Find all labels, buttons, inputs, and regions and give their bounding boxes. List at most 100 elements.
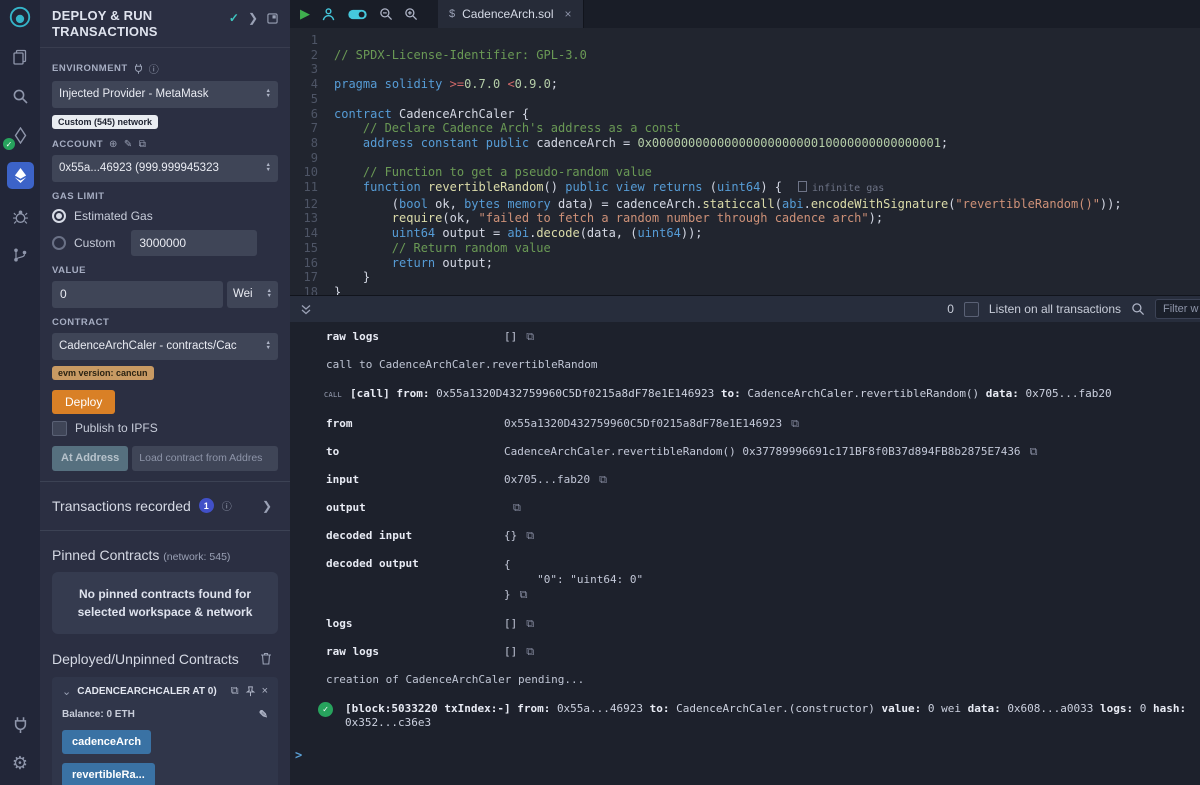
- terminal[interactable]: raw logs[]⧉call to CadenceArchCaler.reve…: [290, 322, 1200, 785]
- transactions-expand-chevron-icon[interactable]: ❯: [262, 499, 278, 513]
- zoom-out-icon[interactable]: [379, 7, 393, 21]
- deployed-contract-name: CADENCEARCHCALER AT 0): [77, 686, 224, 697]
- at-address-input[interactable]: [132, 446, 278, 471]
- code-lines: 12// SPDX-License-Identifier: GPL-3.034p…: [290, 33, 1200, 295]
- divider: [40, 530, 290, 531]
- code-line: 12 (bool ok, bytes memory data) = cadenc…: [290, 197, 1200, 212]
- copy-icon[interactable]: ⧉: [1030, 445, 1038, 458]
- value-unit-select[interactable]: Wei ▲▼: [227, 281, 278, 308]
- copy-icon[interactable]: ⧉: [526, 617, 534, 630]
- code-line: 6contract CadenceArchCaler {: [290, 107, 1200, 122]
- solidity-compiler-icon[interactable]: ✓: [8, 123, 32, 147]
- copy-icon[interactable]: ⧉: [520, 588, 528, 601]
- deploy-run-icon[interactable]: [7, 162, 34, 189]
- terminal-collapse-icon[interactable]: [296, 303, 316, 316]
- terminal-entries: raw logs[]⧉call to CadenceArchCaler.reve…: [290, 330, 1200, 730]
- terminal-kv-row: input0x705...fab20⧉: [290, 473, 1200, 486]
- divider: [40, 481, 290, 482]
- copy-icon[interactable]: ⧉: [526, 529, 534, 542]
- remove-contract-icon[interactable]: ×: [262, 685, 268, 697]
- preview-toggle-icon[interactable]: [347, 9, 368, 20]
- code-line: 10 // Function to get a pseudo-random va…: [290, 165, 1200, 180]
- code-line: 13 require(ok, "failed to fetch a random…: [290, 211, 1200, 226]
- code-editor[interactable]: 12// SPDX-License-Identifier: GPL-3.034p…: [290, 28, 1200, 295]
- at-address-button[interactable]: At Address: [52, 446, 128, 471]
- copy-icon[interactable]: ⧉: [599, 473, 607, 486]
- pinned-network-label: (network: 545): [163, 551, 230, 563]
- panel-forward-chevron-icon[interactable]: ❯: [248, 11, 258, 25]
- infinite-gas-annotation: infinite gas: [798, 183, 884, 194]
- code-line: 14 uint64 output = abi.decode(data, (uin…: [290, 226, 1200, 241]
- pinned-contracts-title: Pinned Contracts: [52, 547, 159, 563]
- search-icon[interactable]: [8, 84, 32, 108]
- deploy-run-panel: DEPLOY & RUN TRANSACTIONS ✓ ❯ ENVIRONMEN…: [40, 0, 290, 785]
- contract-collapse-chevron-icon[interactable]: ⌄: [62, 685, 71, 698]
- file-explorer-icon[interactable]: [8, 45, 32, 69]
- environment-label: ENVIRONMENT: [52, 63, 128, 74]
- environment-info-icon[interactable]: ⓘ: [149, 61, 160, 76]
- terminal-filter-input[interactable]: [1155, 299, 1200, 319]
- pinned-empty-message: No pinned contracts found for selected w…: [52, 572, 278, 634]
- custom-gas-input[interactable]: [131, 230, 257, 256]
- pin-contract-icon[interactable]: [245, 686, 256, 697]
- plugin-manager-icon[interactable]: [8, 712, 32, 736]
- cadence-arch-function-button[interactable]: cadenceArch: [62, 730, 151, 754]
- remix-logo[interactable]: [8, 6, 32, 30]
- listen-all-transactions-checkbox[interactable]: [964, 302, 979, 317]
- sign-message-pencil-icon[interactable]: ✎: [124, 139, 133, 150]
- tab-cadence-arch-sol[interactable]: $ CadenceArch.sol ×: [438, 0, 584, 28]
- publish-ipfs-checkbox[interactable]: [52, 421, 67, 436]
- revertible-random-function-button[interactable]: revertibleRa...: [62, 763, 155, 785]
- panel-status-check-icon: ✓: [229, 11, 239, 25]
- select-stepper-icon: ▲▼: [267, 289, 272, 299]
- clear-deployed-trash-icon[interactable]: [260, 652, 278, 665]
- terminal-kv-row: from0x55a1320D432759960C5Df0215a8dF78e1E…: [290, 417, 1200, 430]
- contract-select[interactable]: CadenceArchCaler - contracts/Cac ▲▼: [52, 333, 278, 360]
- panel-popout-icon[interactable]: [267, 13, 278, 24]
- terminal-kv-row: toCadenceArchCaler.revertibleRandom() 0x…: [290, 445, 1200, 458]
- value-label: VALUE: [52, 265, 86, 276]
- zoom-in-icon[interactable]: [404, 7, 418, 21]
- solidity-file-icon: $: [449, 8, 455, 20]
- settings-icon[interactable]: ⚙: [8, 751, 32, 775]
- copy-icon[interactable]: ⧉: [526, 645, 534, 658]
- terminal-kv-row: decoded input{}⧉: [290, 529, 1200, 542]
- account-select[interactable]: 0x55a...46923 (999.999945323 ▲▼: [52, 155, 278, 182]
- deployed-contracts-title: Deployed/Unpinned Contracts: [52, 651, 239, 667]
- copy-address-icon[interactable]: ⧉: [231, 685, 239, 698]
- custom-gas-radio[interactable]: [52, 236, 66, 250]
- terminal-search-icon[interactable]: [1131, 302, 1145, 316]
- listen-all-transactions-label: Listen on all transactions: [989, 302, 1121, 316]
- tab-label: CadenceArch.sol: [462, 7, 553, 21]
- code-line: 16 return output;: [290, 256, 1200, 271]
- copy-icon[interactable]: ⧉: [513, 501, 521, 514]
- tab-close-icon[interactable]: ×: [565, 7, 572, 21]
- edit-balance-pencil-icon[interactable]: ✎: [259, 708, 268, 721]
- terminal-prompt[interactable]: >: [290, 748, 1200, 762]
- environment-select[interactable]: Injected Provider - MetaMask ▲▼: [52, 81, 278, 108]
- plug-icon[interactable]: [134, 63, 143, 74]
- transactions-info-icon[interactable]: ⓘ: [222, 498, 232, 513]
- terminal-call-entry: call[call] from: 0x55a1320D432759960C5Df…: [290, 387, 1200, 402]
- copy-icon[interactable]: ⧉: [791, 417, 799, 430]
- run-script-play-icon[interactable]: ▶: [300, 6, 310, 22]
- code-line: 11 function revertibleRandom() public vi…: [290, 180, 1200, 197]
- add-account-icon[interactable]: ⊕: [109, 139, 118, 150]
- select-stepper-icon: ▲▼: [266, 163, 271, 173]
- copy-account-icon[interactable]: ⧉: [139, 139, 147, 150]
- panel-body: ENVIRONMENT ⓘ Injected Provider - MetaMa…: [40, 48, 290, 785]
- select-stepper-icon: ▲▼: [266, 341, 271, 351]
- value-input[interactable]: [52, 281, 223, 308]
- deploy-button[interactable]: Deploy: [52, 390, 115, 414]
- code-line: 4pragma solidity >=0.7.0 <0.9.0;: [290, 77, 1200, 92]
- editor-tabbar: ▶ $ CadenceArch.sol ×: [290, 0, 1200, 28]
- estimated-gas-label: Estimated Gas: [74, 209, 153, 223]
- code-line: 9: [290, 151, 1200, 166]
- pending-transactions-count: 0: [947, 302, 954, 316]
- debugger-icon[interactable]: [8, 204, 32, 228]
- git-icon[interactable]: [8, 243, 32, 267]
- publish-ipfs-label: Publish to IPFS: [75, 421, 158, 435]
- estimated-gas-radio[interactable]: [52, 209, 66, 223]
- accessibility-person-icon[interactable]: [321, 7, 336, 22]
- copy-icon[interactable]: ⧉: [526, 330, 534, 343]
